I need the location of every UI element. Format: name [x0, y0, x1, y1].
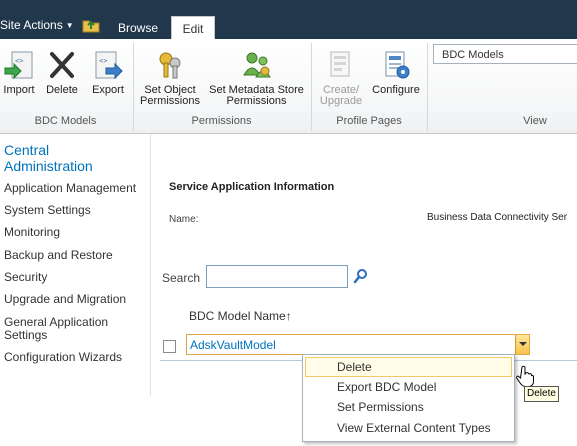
navigate-up-icon[interactable]	[82, 17, 100, 33]
import-button[interactable]: <> Import	[0, 39, 38, 96]
menu-item-set-permissions[interactable]: Set Permissions	[305, 397, 512, 417]
export-label: Export	[92, 84, 124, 96]
group-divider	[427, 43, 428, 131]
name-value: Business Data Connectivity Ser	[427, 212, 568, 223]
export-icon: <>	[95, 51, 123, 80]
set-object-permissions-button[interactable]: Set Object Permissions	[137, 39, 203, 107]
configure-label: Configure	[372, 84, 420, 96]
nav-item-general-application-settings[interactable]: General Application Settings	[4, 316, 148, 342]
name-label: Name:	[169, 214, 199, 225]
configure-button[interactable]: Configure	[368, 39, 424, 96]
context-menu: Delete Export BDC Model Set Permissions …	[302, 354, 515, 442]
tab-browse[interactable]: Browse	[112, 18, 164, 39]
menu-item-view-external-content-types[interactable]: View External Content Types	[305, 418, 512, 438]
delete-label: Delete	[46, 84, 78, 96]
create-upgrade-label: Create/ Upgrade	[319, 84, 363, 107]
menu-item-delete[interactable]: Delete	[305, 357, 512, 377]
search-input[interactable]	[206, 265, 348, 288]
group-label-permissions: Permissions	[191, 115, 252, 127]
bdc-model-link[interactable]: AdskVaultModel	[190, 338, 276, 352]
keys-icon	[159, 52, 181, 79]
section-heading: Service Application Information	[169, 181, 335, 193]
chevron-down-icon	[519, 342, 527, 346]
create-page-icon	[330, 51, 350, 77]
create-upgrade-button[interactable]: Create/ Upgrade	[316, 39, 366, 107]
nav-item-monitoring[interactable]: Monitoring	[4, 226, 148, 239]
item-menu-dropdown[interactable]	[515, 335, 529, 354]
column-header-bdc-model-name[interactable]: BDC Model Name↑	[189, 309, 292, 323]
svg-text:<>: <>	[15, 57, 23, 65]
svg-text:<>: <>	[99, 57, 107, 65]
configure-icon	[385, 51, 410, 79]
search-icon[interactable]	[353, 268, 369, 284]
ribbon: <> Import Delete <> Export BDC Models Se…	[0, 39, 577, 134]
import-label: Import	[3, 84, 35, 96]
left-navigation: Central Administration Application Manag…	[0, 134, 151, 396]
menu-item-export-bdc-model[interactable]: Export BDC Model	[305, 377, 512, 397]
export-button[interactable]: <> Export	[88, 39, 128, 96]
nav-title-central-administration[interactable]: Central Administration	[4, 142, 144, 174]
group-label-bdc-models: BDC Models	[34, 115, 97, 127]
chevron-down-icon: ▼	[65, 21, 74, 30]
row-checkbox[interactable]	[163, 340, 176, 353]
column-header-label: BDC Model Name	[189, 309, 286, 323]
nav-item-upgrade-and-migration[interactable]: Upgrade and Migration	[4, 293, 148, 306]
top-tab-bar: Site Actions ▼ Browse Edit	[0, 0, 577, 40]
delete-button[interactable]: Delete	[43, 39, 81, 96]
nav-item-backup-and-restore[interactable]: Backup and Restore	[4, 249, 148, 262]
site-actions-menu[interactable]: Site Actions ▼	[0, 18, 74, 32]
set-metadata-store-permissions-button[interactable]: Set Metadata Store Permissions	[205, 39, 308, 107]
nav-item-system-settings[interactable]: System Settings	[4, 204, 148, 217]
search-label: Search	[162, 271, 201, 285]
nav-item-application-management[interactable]: Application Management	[4, 182, 148, 195]
set-metadata-store-permissions-label: Set Metadata Store Permissions	[209, 84, 304, 107]
view-select[interactable]: BDC Models	[433, 44, 577, 64]
hand-cursor-icon	[516, 365, 534, 387]
import-icon: <>	[4, 51, 33, 80]
site-actions-label: Site Actions	[0, 18, 63, 32]
people-icon	[242, 52, 271, 78]
group-label-profile-pages: Profile Pages	[336, 115, 402, 127]
group-label-view: View	[523, 115, 547, 127]
tab-edit[interactable]: Edit	[171, 16, 215, 40]
tooltip: Delete	[524, 386, 559, 402]
delete-x-icon	[50, 52, 74, 78]
nav-item-security[interactable]: Security	[4, 271, 148, 284]
set-object-permissions-label: Set Object Permissions	[140, 84, 200, 107]
sort-ascending-icon: ↑	[285, 309, 292, 323]
nav-item-configuration-wizards[interactable]: Configuration Wizards	[4, 351, 148, 364]
